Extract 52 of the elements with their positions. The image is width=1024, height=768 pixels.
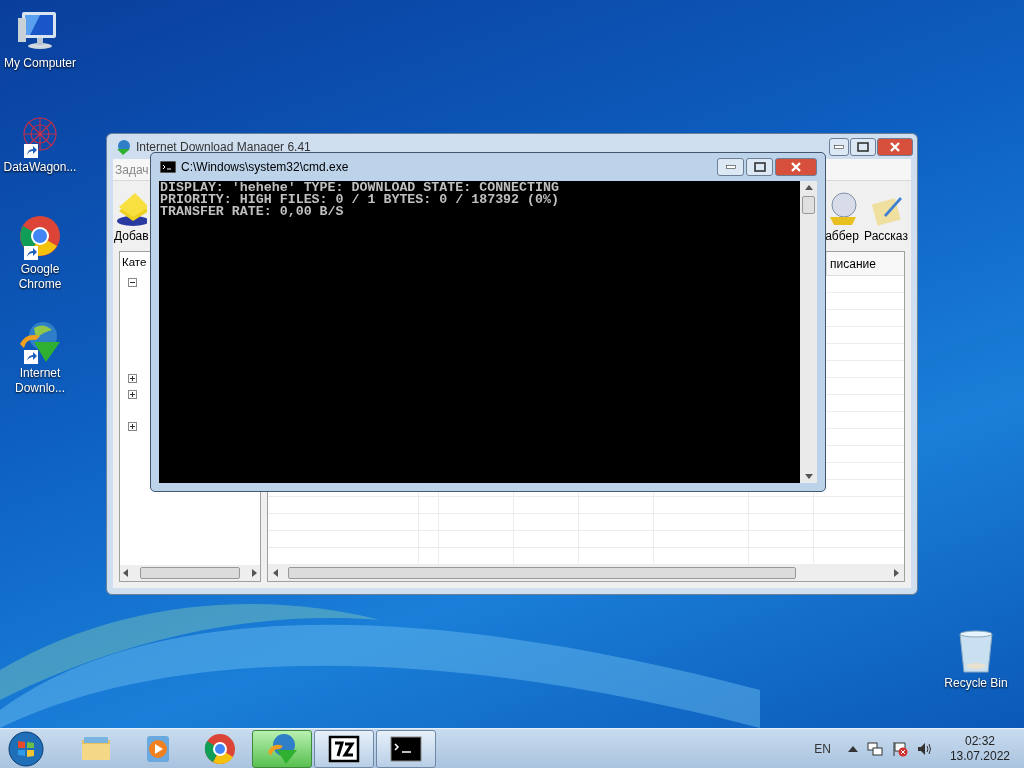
collapse-icon: [128, 278, 137, 287]
scrollbar-thumb[interactable]: [288, 567, 796, 579]
scroll-left-icon: [122, 569, 130, 577]
maximize-icon: [753, 162, 766, 172]
taskbar-button[interactable]: [314, 729, 374, 768]
expand-icon: [128, 374, 137, 383]
console-line: DISPLAY: 'hehehe' TYPE: DOWNLOAD STATE: CONNECTING: [160, 182, 560, 194]
scrollbar-thumb[interactable]: [140, 567, 240, 579]
minimize-icon: [725, 165, 736, 169]
scroll-right-icon: [892, 569, 900, 577]
desktop-icon-label[interactable]: Google Chrome: [0, 262, 80, 292]
desktop-icon-label[interactable]: Internet Downlo...: [0, 366, 80, 396]
window-title: C:\Windows\system32\cmd.exe: [181, 159, 349, 176]
console-line: PRIORITY: HIGH FILES: 0 / 1 BYTES: 0 / 187392 (0%): [160, 194, 560, 206]
expand-icon: [128, 390, 137, 399]
taskbar-button[interactable]: [376, 729, 436, 768]
minimize-icon: [834, 144, 844, 149]
clock-date[interactable]: 13.07.2022: [949, 748, 1010, 764]
toolbar-button[interactable]: Рассказ: [862, 191, 910, 245]
toolbar-button[interactable]: Добав: [114, 191, 149, 245]
network-icon: [866, 740, 883, 757]
toolbar-button[interactable]: аббер: [825, 191, 859, 245]
flag-icon: [891, 740, 908, 757]
maximize-icon: [857, 141, 869, 152]
scroll-up-icon: [804, 184, 813, 190]
console-icon: [160, 161, 176, 173]
close-button[interactable]: [877, 137, 913, 156]
console-line: TRANSFER RATE: 0,00 B/S: [160, 206, 345, 218]
scroll-down-icon: [804, 474, 813, 480]
desktop-icon-label[interactable]: My Computer: [0, 56, 80, 71]
chrome-icon: [203, 731, 237, 766]
close-icon: [791, 162, 801, 172]
clock-time[interactable]: 02:32: [964, 733, 995, 749]
minimize-button[interactable]: [717, 158, 744, 176]
maximize-button[interactable]: [746, 158, 773, 176]
desktop-icon-label[interactable]: Recycle Bin: [936, 676, 1016, 691]
close-icon: [890, 141, 900, 152]
language-indicator[interactable]: EN: [814, 739, 831, 758]
scroll-right-icon: [250, 569, 258, 577]
globe-arrow-icon: [265, 731, 299, 766]
minimize-button[interactable]: [829, 137, 849, 156]
desktop-icon-label[interactable]: DataWagon...: [0, 160, 80, 175]
expand-icon: [128, 422, 137, 431]
up-arrow-icon: [847, 744, 858, 753]
window-title: Internet Download Manager 6.41: [136, 138, 311, 156]
scroll-left-icon: [272, 569, 280, 577]
scrollbar-thumb[interactable]: [802, 196, 815, 214]
start-button[interactable]: [6, 728, 46, 768]
close-button[interactable]: [775, 158, 817, 176]
column-header[interactable]: Кате: [120, 252, 149, 272]
maximize-button[interactable]: [850, 137, 876, 156]
stacked-paper-icon: [115, 191, 148, 227]
